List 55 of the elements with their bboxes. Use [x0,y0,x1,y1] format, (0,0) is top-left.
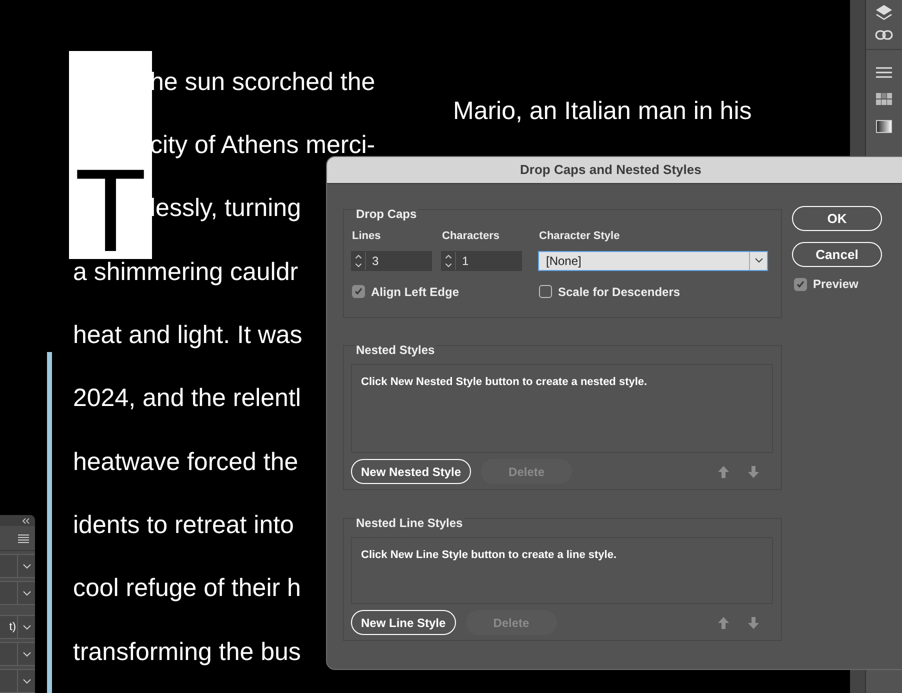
body-text-line: 2024, and the relentl [73,383,301,414]
checkmark-icon [354,287,363,296]
arrow-down-icon[interactable] [748,466,759,478]
chevron-down-icon [22,564,30,568]
checkbox[interactable] [352,285,365,298]
link-icon[interactable] [875,30,893,40]
body-text-line: a shimmering cauldr [73,256,298,288]
arrow-down-icon[interactable] [748,616,759,628]
preview-checkbox[interactable] [794,278,807,290]
body-text-line: transforming the bus [73,636,301,668]
body-text-line: cool refuge of their h [73,573,301,604]
cancel-button[interactable]: Cancel [792,242,882,267]
style-list[interactable]: Click New Line Style button to create a line style. [351,537,773,604]
field-label: Characters [441,229,500,244]
chevron-down-icon [22,590,30,596]
chevron-down-icon [22,624,30,630]
character-style-select[interactable]: [None] [538,250,768,270]
ok-button[interactable]: OK [792,206,882,231]
characters-field[interactable]: 1 [441,250,522,270]
layers-icon[interactable] [875,4,893,23]
new-style-button[interactable]: New Line Style [351,610,456,635]
checkbox-label: Preview [813,276,858,293]
group-legend: Drop Caps [356,207,417,221]
grid-icon[interactable] [876,93,892,105]
menu-icon[interactable] [18,534,29,543]
arrow-up-icon[interactable] [718,466,729,478]
group-legend: Nested Line Styles [356,516,463,530]
chevron-down-icon [754,258,762,263]
list-hint: Click New Line Style button to create a line style. [361,549,617,561]
chevron-down-icon [22,678,30,684]
gradient-icon[interactable] [876,120,892,133]
checkbox-label: Align Left Edge [371,284,459,300]
dialog-title: Drop Caps and Nested Styles [520,161,702,180]
group-legend: Nested Styles [356,343,435,357]
checkbox-label: Scale for Descenders [558,284,680,300]
dropdown[interactable]: t) [0,615,35,639]
style-list[interactable]: Click New Nested Style button to create a nested style. [351,364,773,453]
body-text-line: Mario, an Italian man in his [453,96,752,127]
checkbox[interactable] [539,285,552,298]
paragraph-lines-icon[interactable] [876,67,892,78]
field-label: Lines [351,229,382,244]
body-text-line: idents to retreat into [73,510,294,541]
body-text-line: heatwave forced the [73,446,298,478]
new-style-button[interactable]: New Nested Style [351,459,472,484]
chevron-down-icon [22,652,30,656]
list-hint: Click New Nested Style button to create a nested style. [361,376,648,388]
checkmark-icon [796,280,805,288]
lines-field[interactable]: 3 [351,250,432,270]
drop-cap: T [69,51,152,259]
arrow-up-icon[interactable] [718,616,729,628]
body-text-line: heat and light. It was [73,320,302,352]
body-text-line: lessly, turning [150,193,301,224]
body-text-line: city of Athens merci- [150,130,376,162]
field-label: Character Style [538,229,621,244]
collapse-icon[interactable] [22,518,30,524]
